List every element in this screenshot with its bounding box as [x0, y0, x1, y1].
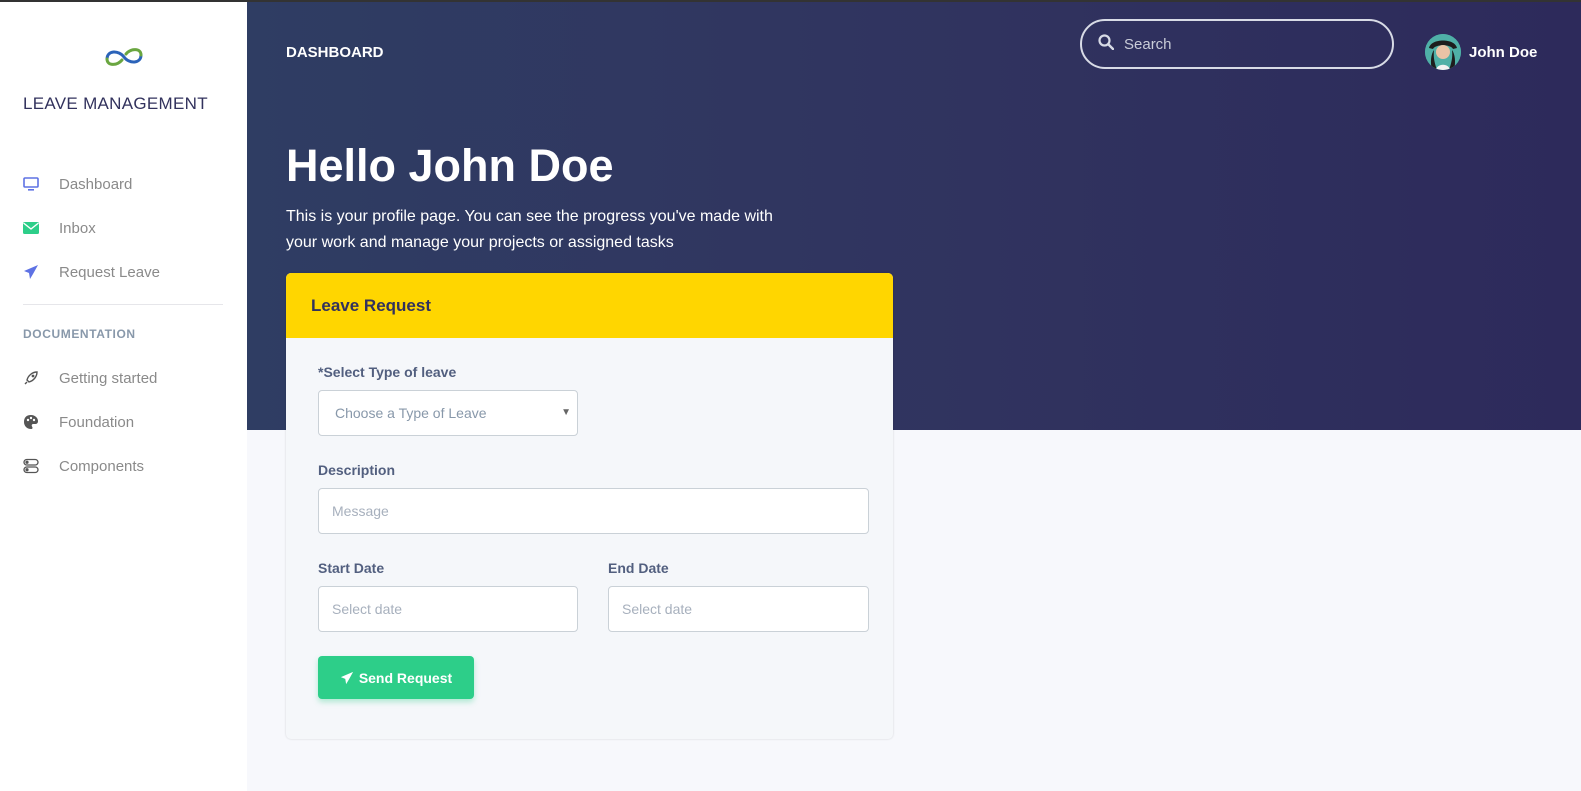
leave-type-value: Choose a Type of Leave — [335, 405, 487, 421]
greeting-heading: Hello John Doe — [286, 140, 614, 191]
leave-type-label: *Select Type of leave — [318, 364, 457, 380]
sidebar-item-label: Request Leave — [59, 263, 160, 281]
avatar[interactable] — [1425, 34, 1461, 70]
documentation-heading: DOCUMENTATION — [23, 327, 136, 341]
leave-request-card: Leave Request *Select Type of leave Choo… — [286, 273, 893, 739]
description-input[interactable] — [318, 488, 869, 534]
monitor-icon — [23, 176, 39, 192]
sidebar-item-label: Getting started — [59, 369, 158, 387]
caret-down-icon: ▼ — [561, 407, 571, 418]
brand-logo-icon[interactable] — [103, 44, 145, 70]
documentation-nav: Getting started Foundation Components — [0, 356, 247, 488]
end-date-label: End Date — [608, 560, 669, 576]
sidebar-item-request-leave[interactable]: Request Leave — [0, 250, 247, 294]
search-icon — [1098, 33, 1115, 55]
start-date-label: Start Date — [318, 560, 385, 576]
sidebar-item-label: Inbox — [59, 219, 96, 237]
rocket-icon — [23, 370, 39, 386]
sidebar-nav: Dashboard Inbox Request Leave — [0, 162, 247, 294]
envelope-icon — [23, 220, 39, 236]
paper-plane-icon — [23, 264, 39, 280]
sidebar-item-label: Components — [59, 457, 145, 475]
search-input[interactable] — [1124, 35, 1364, 53]
end-date-input[interactable] — [608, 586, 869, 632]
send-request-label: Send Request — [358, 669, 453, 686]
card-header: Leave Request — [286, 273, 893, 338]
sidebar-item-inbox[interactable]: Inbox — [0, 206, 247, 250]
page-title[interactable]: DASHBOARD — [286, 44, 384, 61]
start-date-input[interactable] — [318, 586, 578, 632]
brand-name: LEAVE MANAGEMENT — [23, 94, 208, 113]
user-name[interactable]: John Doe — [1469, 44, 1537, 61]
palette-icon — [23, 414, 39, 430]
description-label: Description — [318, 462, 396, 478]
ui-components-icon — [23, 458, 39, 474]
sidebar-item-label: Dashboard — [59, 175, 133, 193]
sidebar-item-label: Foundation — [59, 413, 135, 431]
sidebar-item-dashboard[interactable]: Dashboard — [0, 162, 247, 206]
sidebar-item-components[interactable]: Components — [0, 444, 247, 488]
sidebar-divider — [23, 304, 223, 305]
search-box[interactable] — [1080, 19, 1394, 69]
leave-type-select[interactable]: Choose a Type of Leave ▼ — [318, 390, 578, 436]
card-title: Leave Request — [311, 295, 431, 315]
sidebar-item-getting-started[interactable]: Getting started — [0, 356, 247, 400]
sidebar-item-foundation[interactable]: Foundation — [0, 400, 247, 444]
send-request-button[interactable]: Send Request — [318, 656, 474, 699]
intro-text: This is your profile page. You can see t… — [286, 208, 773, 251]
paper-plane-icon — [340, 671, 354, 685]
user-menu[interactable]: John Doe — [1425, 34, 1537, 70]
sidebar: LEAVE MANAGEMENT Dashboard Inbox Request… — [0, 0, 247, 791]
